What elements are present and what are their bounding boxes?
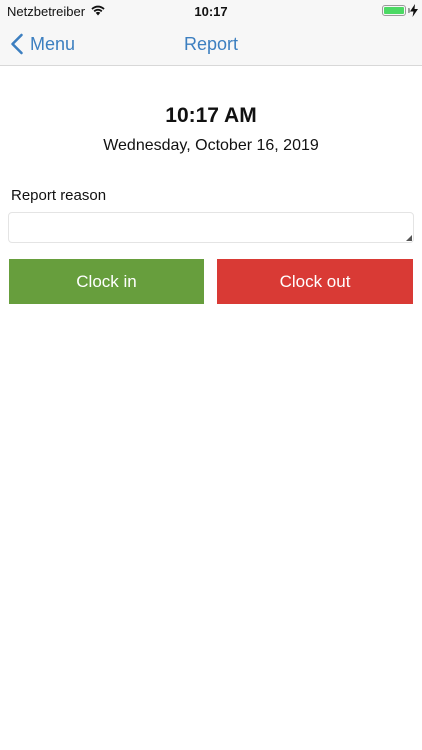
charging-bolt-icon	[410, 4, 418, 17]
back-button-label: Menu	[30, 33, 76, 54]
clock-out-button[interactable]: Clock out	[217, 259, 413, 304]
current-time: 10:17 AM	[165, 104, 257, 127]
clock-in-button[interactable]: Clock in	[9, 259, 204, 304]
report-reason-label: Report reason	[11, 187, 107, 204]
back-button[interactable]: Menu	[10, 22, 75, 66]
chevron-left-icon	[11, 33, 23, 55]
battery-icon	[382, 5, 406, 16]
status-bar: Netzbetreiber 10:17	[0, 0, 422, 22]
current-date: Wednesday, October 16, 2019	[103, 137, 319, 154]
status-time: 10:17	[194, 4, 228, 19]
resize-handle-icon[interactable]	[406, 235, 412, 241]
report-reason-input[interactable]	[8, 212, 414, 243]
navigation-bar: Menu Report	[0, 22, 422, 66]
battery-level-fill	[384, 7, 404, 14]
report-screen: Netzbetreiber 10:17 Menu Report 10:17 AM…	[0, 0, 422, 750]
